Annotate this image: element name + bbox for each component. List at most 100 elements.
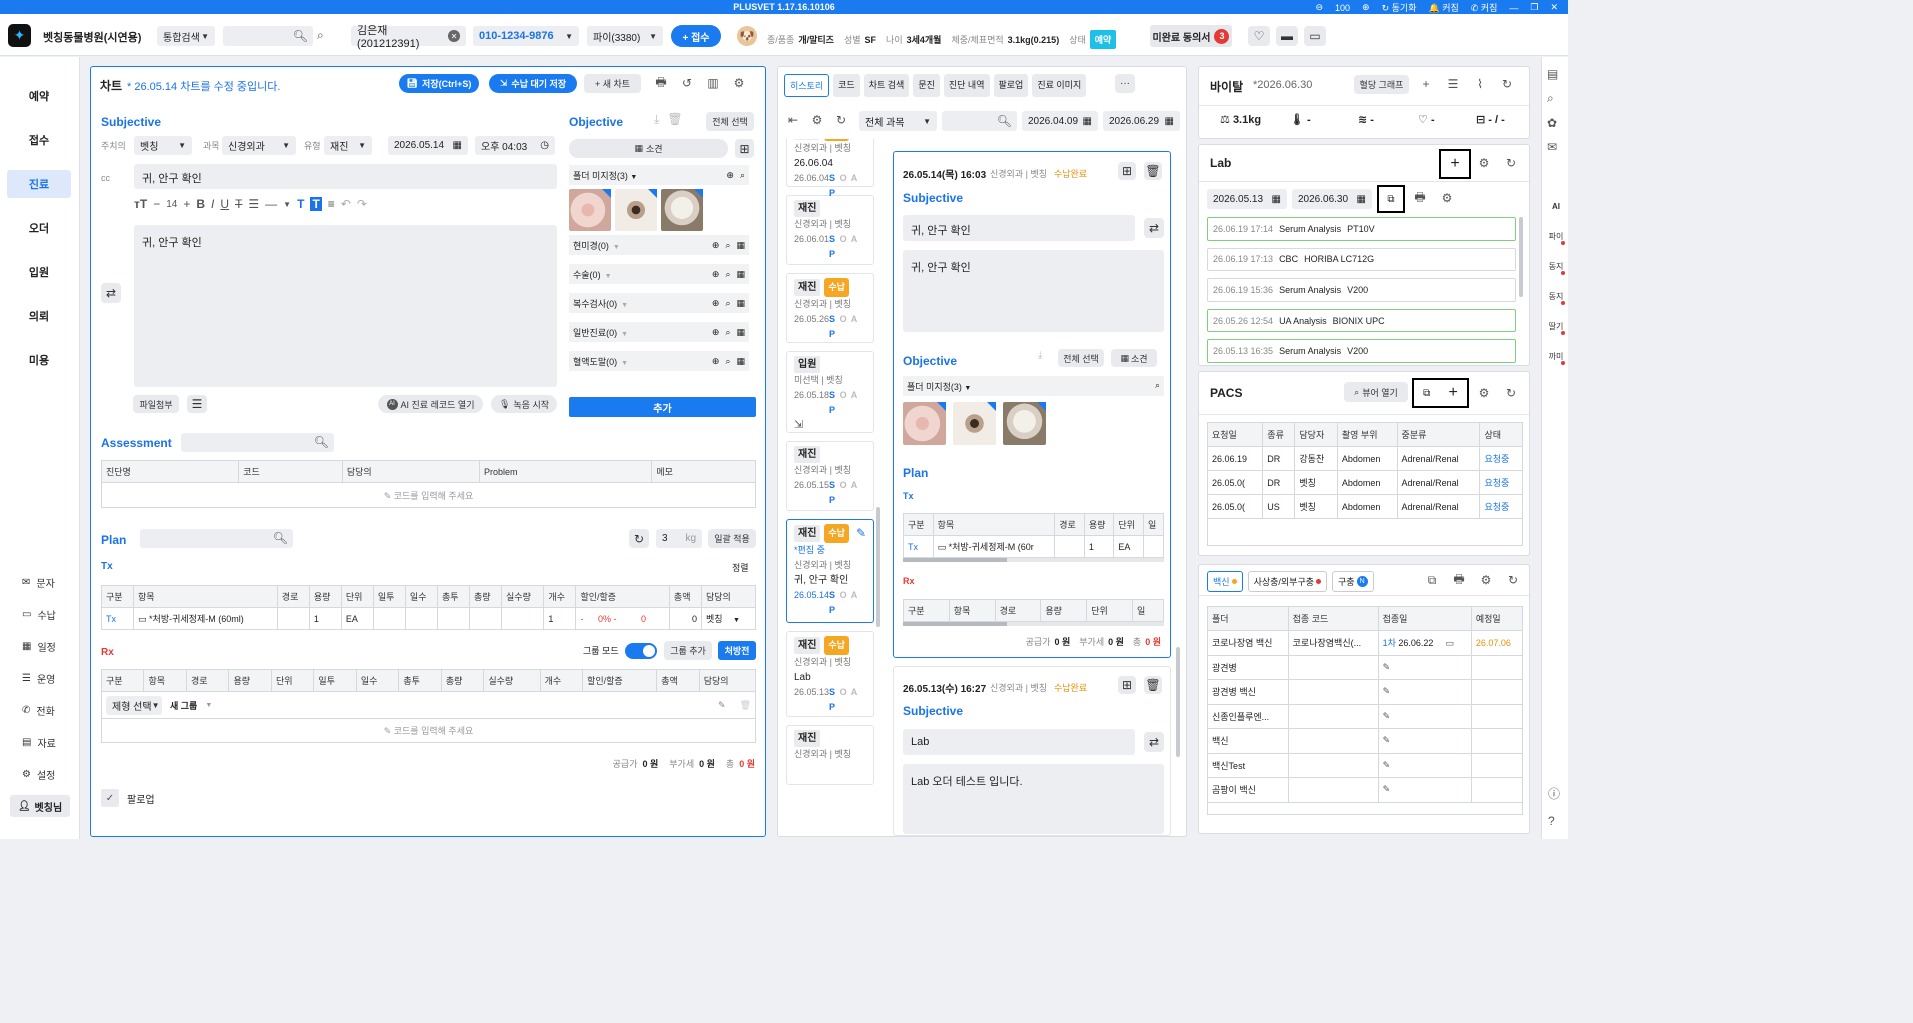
folder-unassigned[interactable]: 폴더 미지정(3) ▼ ⊕ ⌕ [569,165,749,185]
tab-history-1[interactable]: 코드 [833,74,860,97]
plan-search[interactable]: 🔍︎ [140,529,293,548]
table-row[interactable]: 신종인플루엔... ✎ [1207,703,1524,729]
zoom-out-icon[interactable]: ⊖ [1315,2,1323,13]
sort-button[interactable]: 정렬 [732,561,749,574]
lab-result-item[interactable]: 26.06.19 17:14 Serum Analysis PT10V [1207,217,1516,241]
history-card[interactable]: 재진 수납 신경외과 | 벳칭 26.05.26 S O A P [786,273,874,343]
list-icon[interactable]: ☰ [248,197,259,211]
detail-card[interactable]: 26.05.13(수) 16:27 신경외과 | 벳칭 수납완료 ⊞ 🗑︎ Su… [893,666,1171,836]
photo-thumb[interactable] [569,189,611,231]
print-icon[interactable]: 🖶︎ [652,74,670,92]
nav-sub-item-1[interactable]: ▭ 수납 [22,604,56,624]
patient-card-icon[interactable]: ▤ [1547,67,1558,81]
hr-vital[interactable]: ♡ - [1418,113,1476,126]
resp-vital[interactable]: ≋ - [1358,113,1418,126]
folder-row[interactable]: 수술(0) ▼ ⊕ ⌕ ▦ [569,264,749,284]
health-icon[interactable]: ♡ [1248,26,1270,46]
table-row[interactable]: 광견병 ✎ [1207,654,1524,680]
select-all-button[interactable]: 전체 선택 [706,112,754,131]
lab-result-item[interactable]: 26.06.19 15:36 Serum Analysis V200 [1207,278,1516,302]
swap-icon[interactable]: ⇄ [1144,732,1164,752]
tab-deworm[interactable]: 구충 N [1332,571,1374,592]
refresh-icon[interactable]: ↻ [1502,154,1520,172]
folder-row[interactable]: 현미경(0) ▼ ⊕ ⌕ ▦ [569,235,749,255]
font-decrease-icon[interactable]: − [153,197,160,211]
edit-icon[interactable]: ✎ [1383,662,1391,672]
copy-icon[interactable]: ⊞ [1118,162,1136,180]
text-color-icon[interactable]: T [297,197,304,211]
copy-icon[interactable]: ⊞ [1118,676,1136,694]
underline-icon[interactable]: U [220,197,229,211]
columns-icon[interactable]: ▥ [704,74,722,92]
person-search-icon[interactable]: ⌕ [317,28,324,43]
lab-scrollbar[interactable] [1519,217,1523,297]
refresh-icon[interactable]: ↻ [1498,75,1516,93]
edit-icon[interactable]: ✎ [1383,735,1391,745]
nav-item-6[interactable]: 미용 [7,346,71,374]
check-icon[interactable]: ✓ [101,789,119,807]
type-select[interactable]: 재진 ▼ [324,136,372,155]
nav-item-0[interactable]: 예약 [7,82,71,110]
zoom-icon[interactable]: ⌕ [725,240,730,251]
copy-icon[interactable]: ⧉ [1423,388,1430,399]
tab-history-0[interactable]: 히스토리 [784,74,830,97]
add-icon[interactable]: ⊕ [712,269,720,280]
swap-icon[interactable]: ⇄ [101,283,121,303]
nav-sub-item-6[interactable]: ⚙ 설정 [22,764,56,784]
notify-link[interactable]: 🔔 커짐 [1428,1,1458,14]
zoom-icon[interactable]: ⌕ [725,298,730,309]
table-row[interactable]: 26.05.0(US 벳칭 Abdomen Adrenal/Renal 요청중 [1206,494,1523,519]
edit-icon[interactable]: ✎ [1383,711,1391,721]
folder-row[interactable]: 복수검사(0) ▼ ⊕ ⌕ ▦ [569,293,749,313]
refresh-icon[interactable]: ↻ [629,529,649,548]
detail-select-all[interactable]: 전체 선택 [1058,349,1104,367]
minimize-icon[interactable]: — [1509,3,1518,13]
date-from-input[interactable]: 2026.04.09 ▦ [1022,111,1098,131]
print-icon[interactable]: 🖶︎ [1411,189,1429,207]
swap-icon[interactable]: ⇄ [1144,218,1164,238]
edit-icon[interactable]: ✎ [1383,760,1391,770]
bold-icon[interactable]: B [196,197,205,211]
redo-icon[interactable]: ↷ [357,197,367,211]
card-icon[interactable]: ▭ [1304,26,1326,46]
align-icon[interactable]: ≡ [328,197,335,211]
temp-vital[interactable]: 🌡︎ - [1290,113,1358,126]
nav-item-3[interactable]: 오더 [7,214,71,242]
table-row[interactable]: Tx ▭ *처방-귀세정제-M (60ml) 1 EA 1 - 0% - 0 0… [100,607,757,630]
open-icon[interactable]: ⇲ [794,418,866,433]
prescription-button[interactable]: 처방전 [718,641,756,660]
kg-input[interactable]: 3 kg [656,529,702,548]
zoom-icon[interactable]: ⌕ [725,356,730,367]
gear-icon[interactable]: ⚙ [730,74,748,92]
date-input[interactable]: 2026.05.14 ▦ [388,136,468,155]
font-size-icon[interactable]: ᴛT [134,197,147,211]
wait-save-button[interactable]: ⇲ 수납 대기 저장 [489,74,577,93]
detail-findings[interactable]: ▦ 소견 [1111,349,1157,367]
dept-select[interactable]: 신경외과 ▼ [222,136,296,155]
close-icon[interactable]: ✕ [1550,2,1558,13]
tab-heartworm[interactable]: 사상충/외부구충 [1247,571,1328,592]
refresh-icon[interactable]: ↻ [832,111,850,129]
table-row[interactable]: 26.05.0(DR 벳칭 Abdomen Adrenal/Renal 요청중 [1206,470,1523,495]
nav-sub-item-4[interactable]: ✆ 전화 [22,700,56,720]
history-card[interactable]: 재진 수납 ✎ *편집 중 신경외과 | 벳칭 귀, 안구 확인 26.05.14 S O A… [786,519,874,623]
nav-sub-item-2[interactable]: ▦ 일정 [22,636,56,656]
nav-sub-item-0[interactable]: ✉ 문자 [22,572,56,592]
zoom-icon[interactable]: ⌕ [725,269,730,280]
new-group-label[interactable]: 새 그룹 [170,699,197,712]
zoom-icon[interactable]: ⌕ [725,327,730,338]
lab-result-item[interactable]: 26.05.13 16:35 Serum Analysis V200 [1207,339,1516,363]
chart-icon[interactable]: ⌇ [1471,75,1489,93]
reception-button[interactable]: + 접수 [671,25,721,47]
attach-button[interactable]: 파일첨부 [133,395,179,413]
gear-icon[interactable]: ⚙ [1475,384,1493,402]
nav-sub-item-3[interactable]: ☰ 운영 [22,668,56,688]
photo-thumb[interactable] [1003,402,1046,445]
refresh-icon[interactable]: ↻ [1504,571,1522,589]
strike-icon[interactable]: T [235,197,242,211]
sync-link[interactable]: ↻ 동기화 [1382,1,1417,14]
person-search-icon[interactable]: ⌕ [1547,91,1558,106]
rail-item-1[interactable]: 파이 [1544,225,1568,247]
edit-icon[interactable]: ✎ [856,526,866,541]
trash-icon[interactable]: 🗑︎ [1144,676,1162,694]
